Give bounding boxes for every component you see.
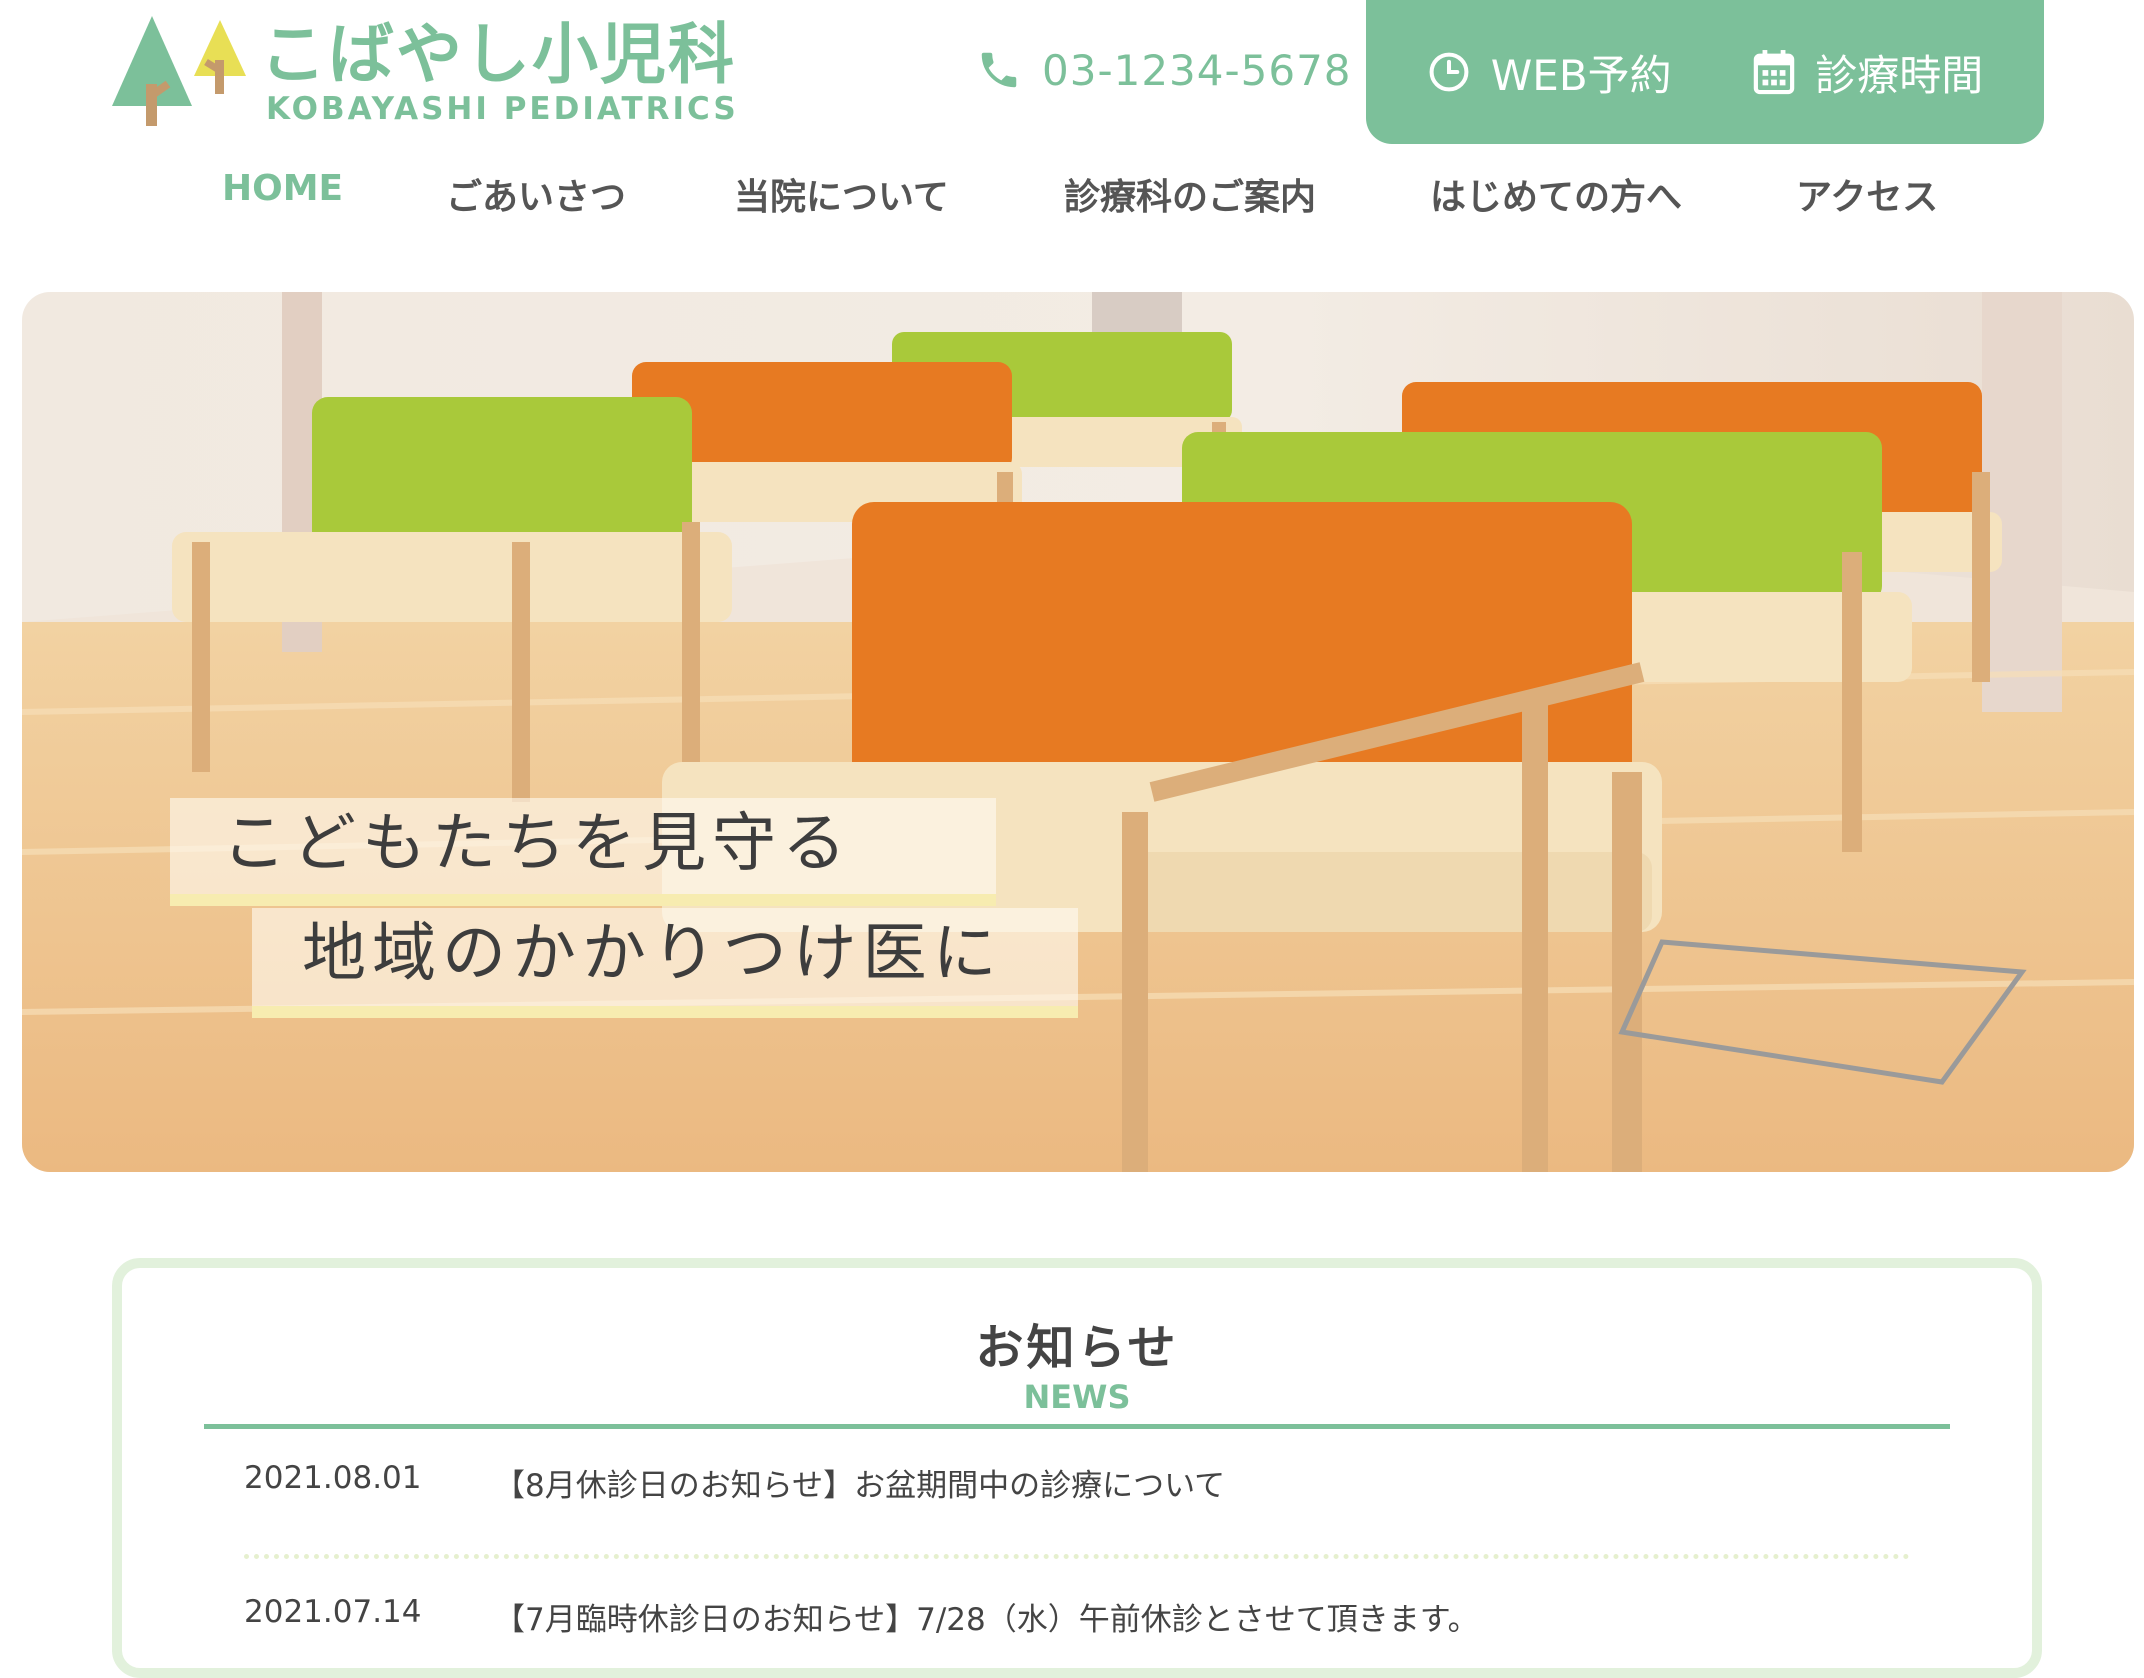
calendar-icon xyxy=(1753,50,1795,95)
web-booking-button[interactable]: WEB予約 xyxy=(1427,42,1672,103)
nav-item-access[interactable]: アクセス xyxy=(1796,168,1938,220)
news-item[interactable]: 2021.07.14 【7月臨時休診日のお知らせ】7/28（水）午前休診とさせて… xyxy=(244,1594,1910,1654)
header-cta-box: WEB予約 診療時間 xyxy=(1366,0,2044,144)
phone-link[interactable]: 03-1234-5678 xyxy=(976,40,1352,100)
clock-icon xyxy=(1429,52,1469,92)
site-logo[interactable]: こばやし小児科 KOBAYASHI PEDIATRICS xyxy=(110,14,736,132)
news-section: お知らせ NEWS 2021.08.01 【8月休診日のお知らせ】お盆期間中の診… xyxy=(112,1258,2042,1678)
hours-button[interactable]: 診療時間 xyxy=(1753,42,1983,103)
nav-item-about[interactable]: 当院について xyxy=(734,168,949,220)
waiting-room-photo xyxy=(22,292,2134,1172)
logo-title: こばやし小児科 xyxy=(260,16,736,93)
nav-item-first-visit[interactable]: はじめての方へ xyxy=(1430,168,1682,220)
logo-subtitle: KOBAYASHI PEDIATRICS xyxy=(266,91,739,127)
news-date: 2021.08.01 xyxy=(244,1460,422,1496)
news-headline[interactable]: 【8月休診日のお知らせ】お盆期間中の診療について xyxy=(494,1460,1225,1505)
news-date: 2021.07.14 xyxy=(244,1594,422,1630)
news-subtitle: NEWS xyxy=(1023,1378,1131,1416)
web-booking-label: WEB予約 xyxy=(1490,50,1672,100)
tree-logo-icon xyxy=(112,16,246,126)
news-title: お知らせ xyxy=(975,1320,1179,1376)
news-divider xyxy=(204,1424,1950,1429)
hours-label: 診療時間 xyxy=(1815,50,1984,100)
phone-number: 03-1234-5678 xyxy=(1042,45,1352,95)
nav-item-departments[interactable]: 診療科のご案内 xyxy=(1064,168,1316,220)
hero-caption-line2: 地域のかかりつけ医に xyxy=(302,917,1003,991)
hero-caption-line1: こどもたちを見守る xyxy=(222,807,852,881)
main-nav: HOME ごあいさつ 当院について 診療科のご案内 はじめての方へ アクセス xyxy=(180,168,1980,228)
phone-icon xyxy=(981,52,1017,88)
news-headline[interactable]: 【7月臨時休診日のお知らせ】7/28（水）午前休診とさせて頂きます。 xyxy=(494,1594,1479,1639)
hero-banner: こどもたちを見守る 地域のかかりつけ医に xyxy=(22,292,2134,1172)
news-dotted-divider xyxy=(244,1554,1910,1559)
nav-item-greeting[interactable]: ごあいさつ xyxy=(446,168,626,220)
nav-item-home[interactable]: HOME xyxy=(222,168,343,209)
news-item[interactable]: 2021.08.01 【8月休診日のお知らせ】お盆期間中の診療について xyxy=(244,1460,1910,1520)
